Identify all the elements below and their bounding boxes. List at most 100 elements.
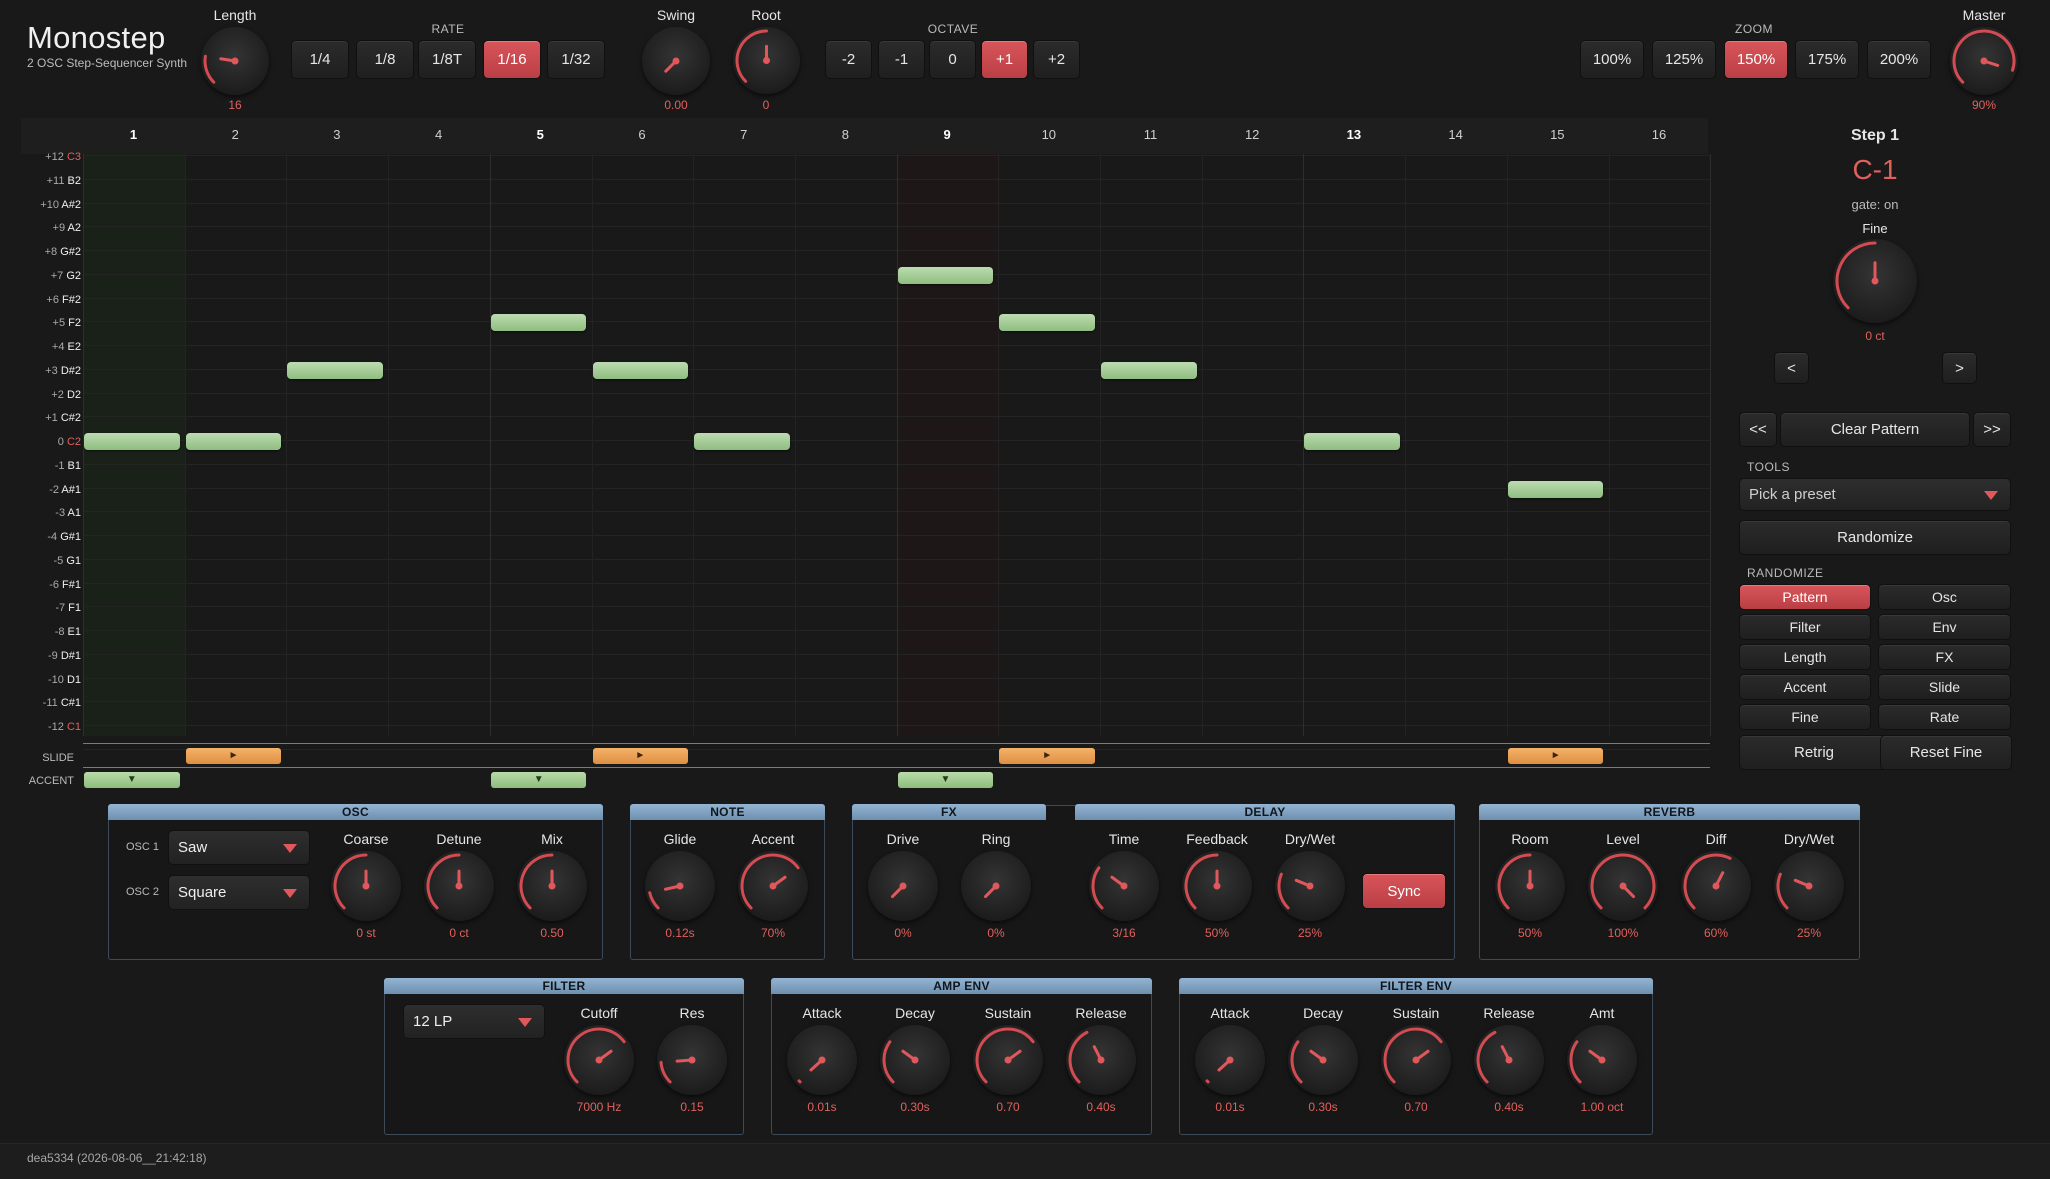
slide-marker-step-2[interactable]: ► <box>185 748 282 764</box>
retrig-button[interactable]: Retrig <box>1739 735 1889 770</box>
osc-mix-knob[interactable] <box>517 851 587 921</box>
length-knob[interactable] <box>201 27 269 95</box>
note-step-13[interactable] <box>1304 433 1401 450</box>
note-step-11[interactable] <box>1101 361 1197 379</box>
rate-116-button[interactable]: 1/16 <box>483 40 541 79</box>
step-number-14[interactable]: 14 <box>1405 127 1506 142</box>
zoom-100-button[interactable]: 100% <box>1580 40 1644 79</box>
next-step-button[interactable]: > <box>1942 352 1977 384</box>
filter-env-release-knob[interactable] <box>1474 1025 1544 1095</box>
delay-feedback-knob[interactable] <box>1182 851 1252 921</box>
reverb-room-knob[interactable] <box>1495 851 1565 921</box>
reverb-diff-knob[interactable] <box>1681 851 1751 921</box>
step-number-4[interactable]: 4 <box>388 127 489 142</box>
amp-env-sustain-knob[interactable] <box>973 1025 1043 1095</box>
note-step-15[interactable] <box>1507 480 1604 498</box>
rate-18T-button[interactable]: 1/8T <box>418 40 476 79</box>
first-step-button[interactable]: << <box>1739 412 1777 447</box>
note-step-3[interactable] <box>287 361 384 379</box>
step-number-8[interactable]: 8 <box>795 127 896 142</box>
fx-drive-knob[interactable] <box>868 851 938 921</box>
delay-time-knob[interactable] <box>1089 851 1159 921</box>
slide-cell-12[interactable] <box>1203 746 1302 765</box>
step-number-15[interactable]: 15 <box>1507 127 1608 142</box>
step-number-16[interactable]: 16 <box>1609 127 1710 142</box>
randomize-slide-button[interactable]: Slide <box>1878 674 2011 700</box>
slide-marker-step-10[interactable]: ► <box>999 748 1095 764</box>
note-step-1[interactable] <box>84 433 180 450</box>
randomize-osc-button[interactable]: Osc <box>1878 584 2011 610</box>
accent-marker-step-5[interactable]: ▼ <box>490 772 587 788</box>
note-glide-knob[interactable] <box>645 851 715 921</box>
note-step-9[interactable] <box>897 266 994 284</box>
randomize-filter-button[interactable]: Filter <box>1739 614 1871 640</box>
note-step-5[interactable] <box>490 314 587 332</box>
step-number-6[interactable]: 6 <box>592 127 693 142</box>
slide-cell-5[interactable] <box>491 746 590 765</box>
slide-marker-step-15[interactable]: ► <box>1507 748 1604 764</box>
accent-marker-step-9[interactable]: ▼ <box>897 772 994 788</box>
root-knob[interactable] <box>733 27 800 94</box>
zoom-125-button[interactable]: 125% <box>1652 40 1716 79</box>
octave-0-button[interactable]: 0 <box>929 40 976 79</box>
step-number-1[interactable]: 1 <box>83 127 184 142</box>
step-number-10[interactable]: 10 <box>998 127 1099 142</box>
step-number-5[interactable]: 5 <box>490 127 591 142</box>
randomize-fine-button[interactable]: Fine <box>1739 704 1871 730</box>
filter-env-decay-knob[interactable] <box>1288 1025 1358 1095</box>
filter-type-dropdown[interactable]: 12 LP <box>403 1004 545 1039</box>
filter-cutoff-knob[interactable] <box>564 1025 634 1095</box>
octave--2-button[interactable]: -2 <box>825 40 872 79</box>
slide-cell-8[interactable] <box>796 746 895 765</box>
slide-cell-1[interactable] <box>84 746 183 765</box>
slide-cell-13[interactable] <box>1304 746 1403 765</box>
randomize-button[interactable]: Randomize <box>1739 520 2011 555</box>
note-step-2[interactable] <box>185 433 282 450</box>
amp-env-decay-knob[interactable] <box>880 1025 950 1095</box>
step-number-3[interactable]: 3 <box>286 127 387 142</box>
slide-cell-3[interactable] <box>287 746 386 765</box>
slide-cell-7[interactable] <box>694 746 793 765</box>
note-step-7[interactable] <box>694 433 790 450</box>
osc-coarse-knob[interactable] <box>331 851 401 921</box>
delay-dry-wet-knob[interactable] <box>1275 851 1345 921</box>
randomize-length-button[interactable]: Length <box>1739 644 1871 670</box>
reset-fine-button[interactable]: Reset Fine <box>1880 735 2012 770</box>
swing-knob[interactable] <box>642 27 710 95</box>
zoom-200-button[interactable]: 200% <box>1867 40 1931 79</box>
osc1-waveform-dropdown[interactable]: Saw <box>168 830 310 865</box>
fx-ring-knob[interactable] <box>961 851 1031 921</box>
zoom-150-button[interactable]: 150% <box>1724 40 1788 79</box>
master-knob[interactable] <box>1950 27 2018 95</box>
randomize-rate-button[interactable]: Rate <box>1878 704 2011 730</box>
slide-cell-11[interactable] <box>1101 746 1200 765</box>
reverb-level-knob[interactable] <box>1588 851 1658 921</box>
delay-sync-button[interactable]: Sync <box>1362 873 1446 909</box>
filter-env-sustain-knob[interactable] <box>1381 1025 1451 1095</box>
amp-env-release-knob[interactable] <box>1066 1025 1136 1095</box>
step-number-2[interactable]: 2 <box>185 127 286 142</box>
rate-18-button[interactable]: 1/8 <box>356 40 414 79</box>
note-step-6[interactable] <box>592 361 689 379</box>
step-number-9[interactable]: 9 <box>897 127 998 142</box>
slide-cell-14[interactable] <box>1406 746 1505 765</box>
filter-env-attack-knob[interactable] <box>1195 1025 1265 1095</box>
step-number-13[interactable]: 13 <box>1303 127 1404 142</box>
octave-+2-button[interactable]: +2 <box>1033 40 1080 79</box>
osc-detune-knob[interactable] <box>424 851 494 921</box>
randomize-fx-button[interactable]: FX <box>1878 644 2011 670</box>
filter-env-amt-knob[interactable] <box>1567 1025 1637 1095</box>
last-step-button[interactable]: >> <box>1973 412 2011 447</box>
randomize-pattern-button[interactable]: Pattern <box>1739 584 1871 610</box>
step-number-12[interactable]: 12 <box>1202 127 1303 142</box>
octave--1-button[interactable]: -1 <box>878 40 925 79</box>
step-number-7[interactable]: 7 <box>693 127 794 142</box>
rate-14-button[interactable]: 1/4 <box>291 40 349 79</box>
note-accent-knob[interactable] <box>738 851 808 921</box>
accent-marker-step-1[interactable]: ▼ <box>84 772 180 788</box>
fine-knob[interactable] <box>1833 239 1917 323</box>
preset-dropdown[interactable]: Pick a preset <box>1739 478 2011 511</box>
amp-env-attack-knob[interactable] <box>787 1025 857 1095</box>
step-number-11[interactable]: 11 <box>1100 127 1201 142</box>
slide-cell-4[interactable] <box>389 746 488 765</box>
